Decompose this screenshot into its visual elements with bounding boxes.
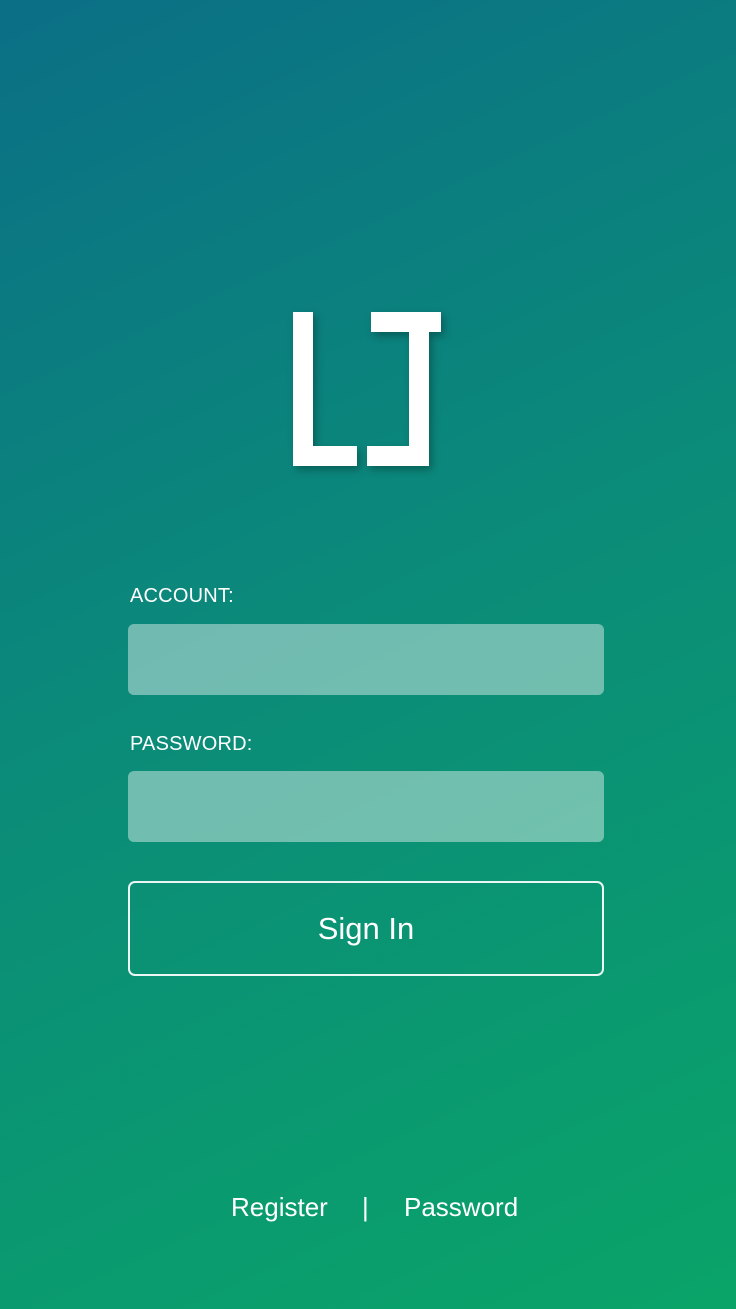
account-label: ACCOUNT:	[130, 585, 234, 607]
password-input[interactable]	[128, 771, 604, 842]
footer-divider: |	[362, 1192, 369, 1222]
forgot-password-link[interactable]: Password	[404, 1192, 518, 1223]
sign-in-button[interactable]: Sign In	[128, 881, 604, 976]
register-link[interactable]: Register	[231, 1192, 328, 1223]
account-input[interactable]	[128, 624, 604, 695]
password-label: PASSWORD:	[130, 733, 253, 755]
brackets-logo-icon	[293, 312, 441, 466]
app-logo	[293, 312, 443, 468]
